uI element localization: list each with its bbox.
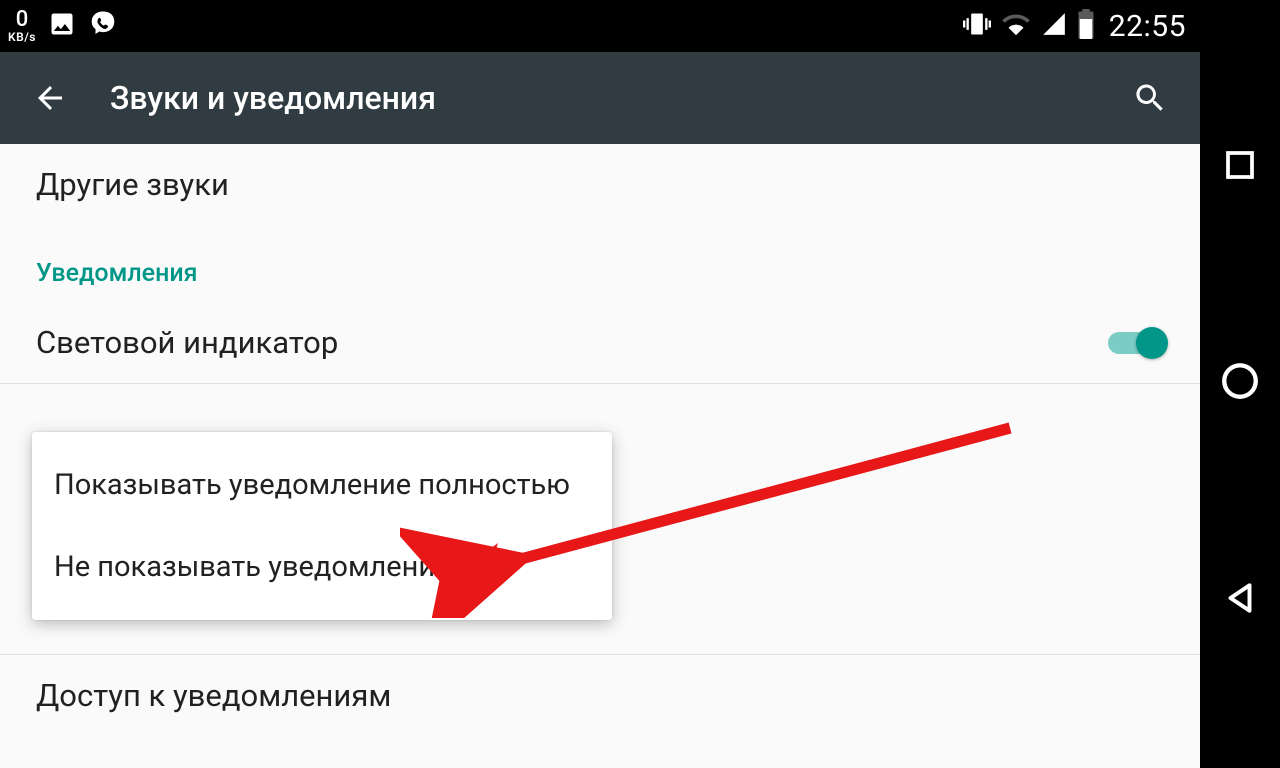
signal-icon [1041, 11, 1067, 42]
light-indicator-toggle[interactable] [1108, 332, 1164, 354]
popup-option-dont-show[interactable]: Не показывать уведомления [32, 526, 612, 608]
other-sounds-row[interactable]: Другие звуки [0, 144, 1200, 225]
notifications-section-header: Уведомления [0, 225, 1200, 302]
app-bar: Звуки и уведомления [0, 52, 1200, 144]
vibrate-icon [963, 10, 991, 43]
light-indicator-row[interactable]: Световой индикатор [0, 302, 1200, 383]
nav-recent-button[interactable] [1222, 147, 1258, 187]
device-screen: 0 KB/s 22:55 [0, 0, 1200, 768]
lockscreen-notif-popup: Показывать уведомление полностью Не пока… [32, 432, 612, 620]
status-left: 0 KB/s [8, 9, 118, 44]
speed-unit: KB/s [8, 31, 36, 43]
other-sounds-label: Другие звуки [36, 166, 229, 203]
search-button[interactable] [1130, 78, 1170, 118]
popup-option-dont-show-label: Не показывать уведомления [54, 550, 451, 584]
speed-value: 0 [8, 9, 36, 31]
nav-home-button[interactable] [1219, 360, 1261, 406]
network-speed-indicator: 0 KB/s [8, 9, 36, 43]
status-right: 22:55 [963, 9, 1186, 44]
status-bar: 0 KB/s 22:55 [0, 0, 1200, 52]
notification-access-row[interactable]: Доступ к уведомлениям [0, 655, 1200, 736]
system-nav-bar [1200, 0, 1280, 768]
notifications-section-label: Уведомления [36, 259, 198, 288]
notification-access-label: Доступ к уведомлениям [36, 677, 391, 714]
wifi-icon [1001, 9, 1031, 44]
image-icon [48, 10, 76, 43]
popup-option-show-full-label: Показывать уведомление полностью [54, 468, 570, 502]
nav-back-button[interactable] [1221, 579, 1259, 621]
popup-option-show-full[interactable]: Показывать уведомление полностью [32, 444, 612, 526]
back-button[interactable] [30, 78, 70, 118]
battery-icon [1077, 9, 1095, 44]
viber-icon [88, 9, 118, 44]
light-indicator-label: Световой индикатор [36, 324, 338, 361]
clock: 22:55 [1109, 9, 1186, 44]
page-title: Звуки и уведомления [110, 79, 1090, 117]
